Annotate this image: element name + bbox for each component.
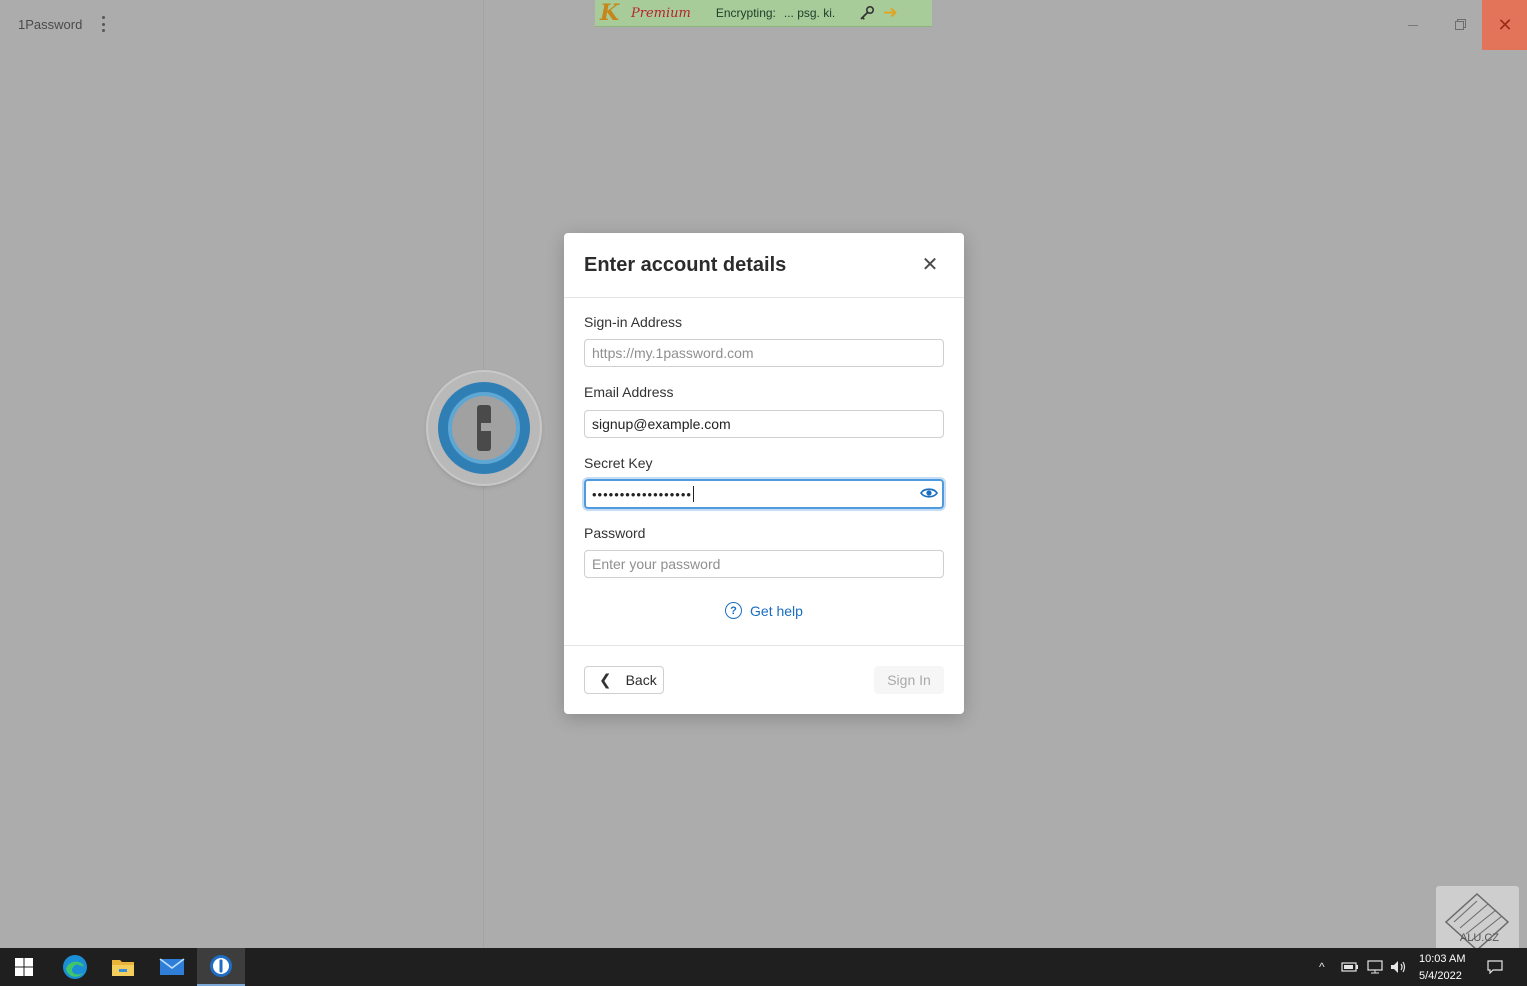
restore-icon (1454, 20, 1464, 30)
sidebar-pane: 1Password (0, 0, 484, 948)
password-input[interactable]: Enter your password (584, 550, 944, 578)
dialog-title: Enter account details (584, 254, 787, 276)
question-circle-icon: ? (725, 602, 743, 619)
clock-date: 5/4/2022 (1419, 970, 1462, 982)
start-icon[interactable] (0, 948, 48, 986)
clock-time: 10:03 AM (1419, 953, 1466, 965)
email-address-input[interactable]: signup@example.com (584, 410, 944, 438)
system-clock[interactable]: 10:03 AM 5/4/2022 (1419, 951, 1465, 985)
notifications-icon[interactable] (1487, 948, 1503, 986)
battery-icon[interactable] (1341, 948, 1359, 986)
key-icon[interactable] (857, 3, 877, 23)
email-address-value: signup@example.com (592, 416, 731, 432)
arrow-right-icon[interactable]: ➔ (883, 3, 897, 23)
sign-in-address-label: Sign-in Address (584, 314, 683, 330)
get-help-label: Get help (750, 602, 803, 619)
secret-key-value: •••••••••••••••••• (592, 486, 692, 502)
secret-key-input[interactable]: •••••••••••••••••• (584, 479, 944, 509)
banner-status-value: ... psg. ki. (783, 6, 836, 20)
close-window-button[interactable]: ✕ (1482, 0, 1527, 50)
file-explorer-icon[interactable] (99, 948, 147, 986)
close-dialog-icon[interactable]: ✕ (919, 254, 941, 276)
secret-key-label: Secret Key (584, 455, 653, 471)
volume-icon[interactable] (1390, 948, 1408, 986)
restore-button[interactable] (1436, 0, 1482, 50)
banner-logo: K (600, 0, 620, 26)
sign-in-address-placeholder: https://my.1password.com (592, 345, 754, 361)
text-caret (692, 486, 694, 502)
network-icon[interactable] (1366, 948, 1384, 986)
close-icon: ✕ (1497, 14, 1513, 35)
chevron-left-icon: ❮ (599, 672, 612, 689)
1password-icon[interactable] (197, 948, 245, 986)
dialog-footer: ❮ Back Sign In (564, 645, 964, 714)
edge-icon[interactable] (51, 948, 99, 986)
get-help-link[interactable]: ? Get help (564, 602, 964, 619)
account-details-dialog: Enter account details ✕ Sign-in Address … (564, 233, 964, 714)
watermark-text: ALU.CZ (1459, 932, 1499, 944)
back-button-label: Back (625, 672, 657, 688)
app-title: 1Password (18, 17, 83, 32)
back-button[interactable]: ❮ Back (584, 666, 664, 694)
banner-status-label: Encrypting: (715, 6, 776, 20)
minimize-button[interactable] (1390, 0, 1436, 50)
keyhole-icon (477, 405, 491, 451)
dialog-header: Enter account details ✕ (564, 233, 964, 298)
kebab-menu-icon[interactable] (96, 14, 110, 34)
encryption-banner: K Premium Encrypting: ... psg. ki. ➔ (595, 0, 932, 27)
reveal-eye-icon[interactable] (920, 485, 938, 501)
sign-in-button-label: Sign In (887, 672, 931, 688)
tray-chevron-up-icon[interactable]: ^ (1319, 948, 1325, 986)
sign-in-button[interactable]: Sign In (874, 666, 944, 694)
password-label: Password (584, 525, 646, 541)
sign-in-address-input[interactable]: https://my.1password.com (584, 339, 944, 367)
banner-brand: Premium (631, 5, 691, 21)
taskbar: ^ 10:03 AM 5/4/2022 (0, 948, 1527, 986)
minimize-icon (1408, 24, 1418, 26)
password-placeholder: Enter your password (592, 556, 721, 572)
mail-icon[interactable] (148, 948, 196, 986)
email-address-label: Email Address (584, 384, 674, 400)
1password-logo (428, 372, 540, 484)
